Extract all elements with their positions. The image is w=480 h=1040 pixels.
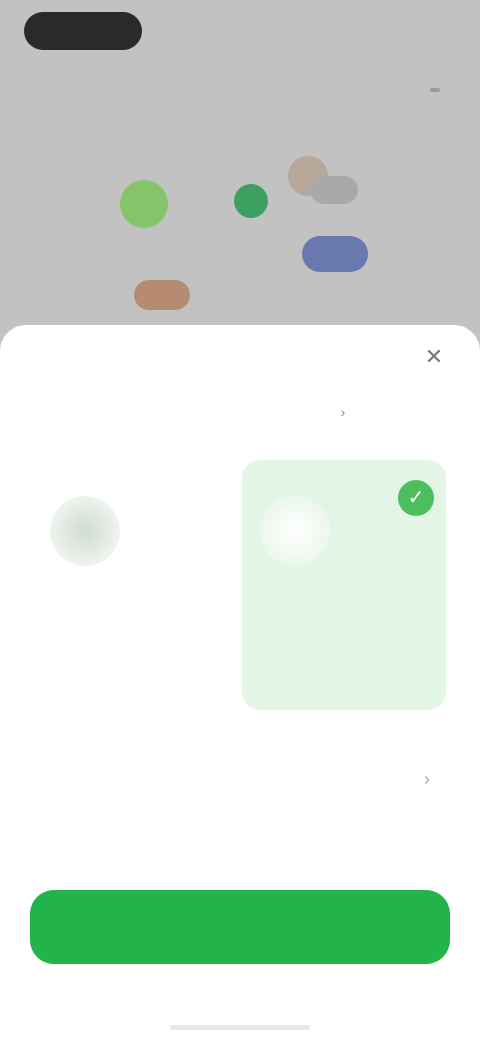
status-pill — [24, 12, 142, 50]
check-icon: ✓ — [398, 480, 434, 516]
close-icon: ✕ — [424, 344, 444, 369]
tab-second[interactable]: › — [240, 395, 440, 431]
option-card-2-selected[interactable]: ✓ — [242, 460, 446, 710]
option-cards: ✓ — [32, 460, 452, 710]
background-map-view — [0, 0, 480, 340]
card-illustration-icon — [50, 496, 120, 566]
tab-bar: › — [40, 395, 440, 431]
chevron-right-icon: › — [424, 769, 430, 789]
gray-marker-icon — [310, 176, 358, 204]
blue-marker-icon — [302, 236, 368, 272]
home-indicator — [170, 1025, 310, 1030]
bottom-sheet: ✕ › ✓ › — [0, 325, 480, 1040]
status-indicator — [430, 88, 440, 92]
extra-option-row[interactable]: › — [40, 757, 440, 817]
dark-green-marker-icon — [234, 184, 268, 218]
option-card-1[interactable] — [32, 460, 236, 710]
chevron-right-icon: › — [340, 404, 346, 420]
green-marker-icon — [120, 180, 168, 228]
tab-first[interactable] — [40, 395, 240, 431]
map-illustration — [110, 140, 370, 320]
confirm-button[interactable] — [30, 890, 450, 964]
card-illustration-icon — [260, 496, 330, 566]
close-button[interactable]: ✕ — [420, 343, 448, 371]
orange-marker-icon — [134, 280, 190, 310]
